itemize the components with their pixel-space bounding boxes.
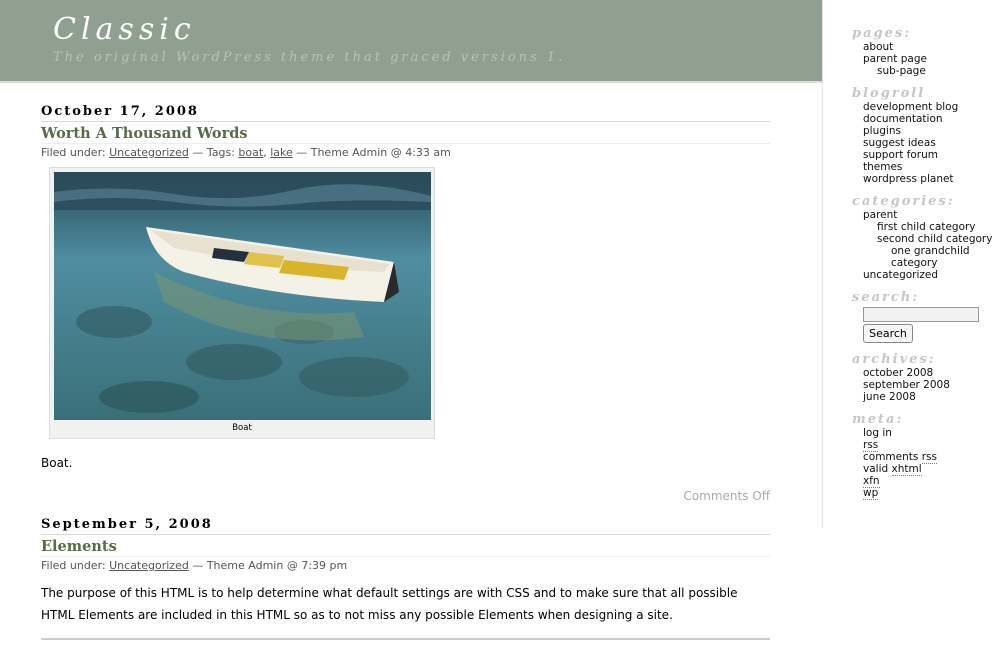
blogroll-link[interactable]: plugins	[863, 125, 901, 137]
login-link[interactable]: log in	[863, 427, 892, 439]
pages-list: about parent page sub-page	[823, 41, 1000, 77]
post: October 17, 2008 Worth A Thousand Words …	[41, 104, 770, 503]
tag-link-lake[interactable]: lake	[270, 146, 293, 159]
category-link-first-child[interactable]: first child category	[877, 221, 976, 233]
divider	[41, 638, 770, 640]
valid-label: valid	[863, 463, 889, 475]
blogroll-link[interactable]: support forum	[863, 149, 938, 161]
post-date: September 5, 2008	[41, 517, 770, 535]
pages-heading: pages:	[852, 26, 911, 41]
tag-separator: ,	[263, 146, 267, 159]
wp-link[interactable]: wp	[863, 487, 879, 500]
tag-link-boat[interactable]: boat	[238, 146, 263, 159]
category-link-second-child[interactable]: second child category	[877, 233, 992, 245]
category-link-parent[interactable]: parent	[863, 209, 897, 221]
sidebar: pages: about parent page sub-page blogro…	[822, 0, 1000, 528]
boat-photo[interactable]	[54, 172, 431, 420]
archives-list: october 2008 september 2008 june 2008	[823, 367, 1000, 403]
post-title-link[interactable]: Elements	[41, 538, 770, 557]
image-figure: Boat	[49, 167, 435, 439]
archives-heading: archives:	[852, 352, 936, 367]
category-label: category	[891, 257, 938, 269]
blogroll-link[interactable]: development blog	[863, 101, 958, 113]
post-body: Boat.	[41, 456, 73, 470]
blogroll-link[interactable]: suggest ideas	[863, 137, 936, 149]
archive-link[interactable]: june 2008	[863, 391, 916, 403]
category-link[interactable]: Uncategorized	[109, 559, 189, 572]
category-link[interactable]: Uncategorized	[109, 146, 189, 159]
page-link-parent[interactable]: parent page	[863, 53, 927, 65]
site-description: The original WordPress theme that graced…	[53, 50, 566, 65]
xhtml-abbr: xhtml	[891, 463, 922, 476]
meta-heading: meta:	[852, 412, 904, 427]
blogroll-link[interactable]: themes	[863, 161, 902, 173]
post: September 5, 2008 Elements Filed under: …	[41, 517, 770, 640]
post-body: The purpose of this HTML is to help dete…	[41, 586, 738, 622]
meta-list: log in rss comments rss valid xhtml xfn …	[823, 427, 1000, 500]
main-content: October 17, 2008 Worth A Thousand Words …	[41, 104, 770, 640]
page-link-about[interactable]: about	[863, 41, 893, 53]
blogroll-list: development blog documentation plugins s…	[823, 101, 1000, 185]
page-link-subpage[interactable]: sub-page	[877, 65, 926, 77]
search-input[interactable]	[863, 307, 979, 322]
post-byline: — Theme Admin @ 4:33 am	[296, 146, 451, 159]
categories-heading: categories:	[852, 194, 955, 209]
image-caption: Boat	[232, 423, 252, 433]
comments-label: comments	[863, 451, 919, 463]
post-title-link[interactable]: Worth A Thousand Words	[41, 125, 770, 144]
blogroll-link[interactable]: documentation	[863, 113, 943, 125]
rss-abbr: rss	[921, 451, 937, 464]
post-meta: Filed under: Uncategorized — Tags: boat,…	[41, 146, 770, 159]
category-link-grandchild[interactable]: one grandchild category	[891, 245, 970, 269]
archive-link[interactable]: october 2008	[863, 367, 933, 379]
filed-under-label: Filed under:	[41, 559, 106, 572]
categories-list: parent first child category second child…	[823, 209, 1000, 281]
site-title[interactable]: Classic	[53, 12, 196, 47]
post-byline: — Theme Admin @ 7:39 pm	[192, 559, 348, 572]
post-date: October 17, 2008	[41, 104, 770, 122]
post-meta: Filed under: Uncategorized — Theme Admin…	[41, 559, 770, 572]
comments-link[interactable]: Comments Off	[41, 489, 770, 503]
site-header: Classic The original WordPress theme tha…	[0, 0, 822, 83]
tags-label: — Tags:	[192, 146, 235, 159]
category-label: one grandchild	[891, 245, 970, 257]
blogroll-link[interactable]: wordpress planet	[863, 173, 954, 185]
search-heading: search:	[852, 290, 920, 305]
search-button[interactable]: Search	[863, 324, 913, 343]
filed-under-label: Filed under:	[41, 146, 106, 159]
archive-link[interactable]: september 2008	[863, 379, 950, 391]
blogroll-heading: blogroll	[852, 86, 926, 101]
category-link-uncategorized[interactable]: uncategorized	[863, 269, 938, 281]
